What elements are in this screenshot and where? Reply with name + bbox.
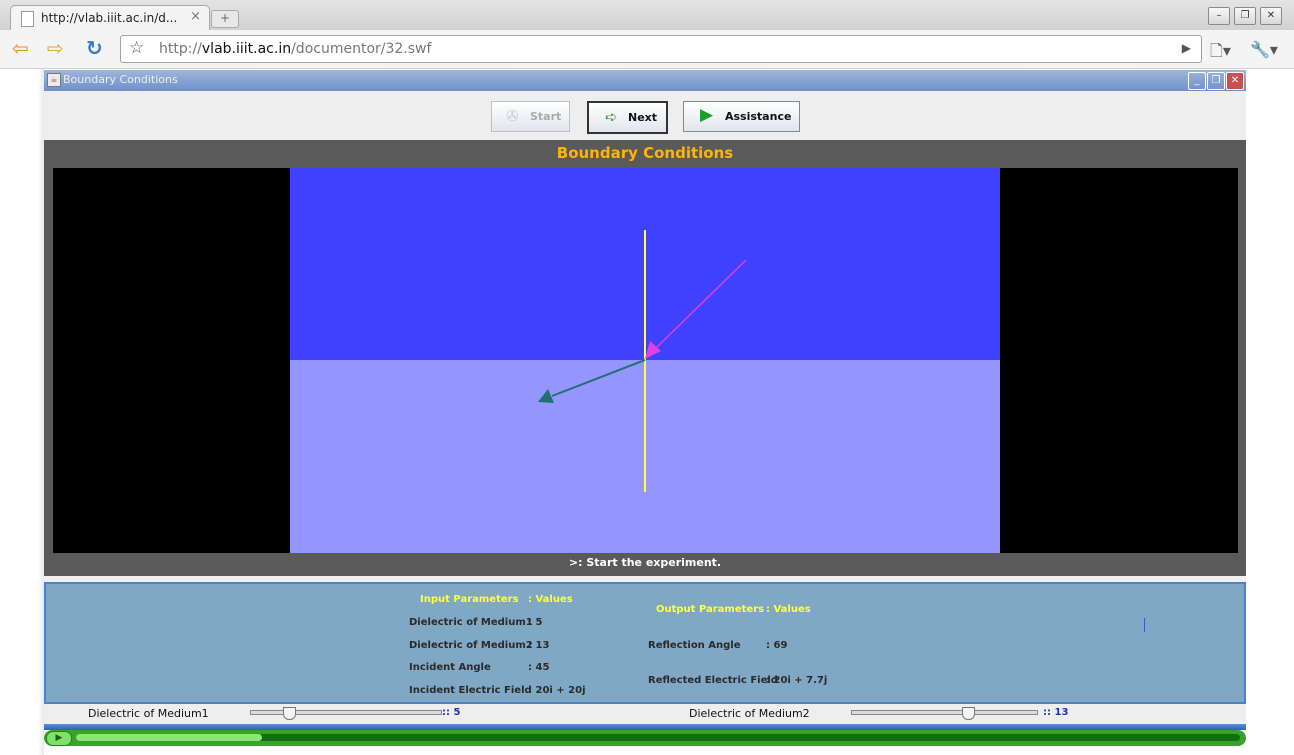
forward-arrow-icon[interactable]: ⇨ [47, 37, 64, 59]
input-label: Dielectric of Medium2 [409, 640, 533, 651]
input-parameters-header: Input Parameters [420, 594, 519, 605]
app-close-button[interactable]: ✕ [1226, 72, 1244, 90]
close-window-button[interactable]: ✕ [1260, 7, 1282, 25]
browser-toolbar: ⇦ ⇨ ↻ ☆ http://vlab.iiit.ac.in/documento… [0, 30, 1294, 69]
slider-label-medium2: Dielectric of Medium2 [689, 707, 810, 720]
stage-title: Boundary Conditions [556, 144, 734, 162]
player-controls: ▶ [44, 730, 1246, 746]
next-button[interactable]: ➪ Next [587, 101, 668, 134]
app-toolbar: ✇ Start ➪ Next ▶ Assistance [44, 91, 1246, 140]
simulation-canvas[interactable] [290, 168, 1000, 553]
app-window-title: Boundary Conditions [63, 73, 178, 86]
play-button[interactable]: ▶ [46, 731, 72, 746]
address-bar[interactable]: ☆ http://vlab.iiit.ac.in/documentor/32.s… [120, 35, 1202, 63]
output-label: Reflected Electric Field [648, 675, 778, 686]
bookmark-star-icon[interactable]: ☆ [129, 38, 144, 58]
assistance-button[interactable]: ▶ Assistance [683, 101, 800, 132]
input-value: : 20i + 20j [528, 685, 586, 696]
text-caret [1144, 618, 1145, 632]
page-menu-icon[interactable]: 🗋▾ [1210, 40, 1231, 67]
input-label: Incident Angle [409, 662, 491, 673]
app-minimize-button[interactable]: _ [1188, 72, 1206, 90]
gamepad-icon: ✇ [506, 107, 519, 125]
right-arrow-icon: ➪ [605, 108, 618, 126]
tab-title: http://vlab.iiit.ac.in/d... [41, 11, 178, 25]
parameters-panel: Input Parameters : Values Dielectric of … [44, 582, 1246, 704]
slider-medium1[interactable] [250, 707, 442, 720]
new-tab-button[interactable]: + [211, 10, 239, 28]
input-label: Dielectric of Medium1 [409, 617, 533, 628]
stage-status-text: >: Start the experiment. [568, 556, 722, 569]
slider-thumb[interactable] [962, 707, 975, 720]
play-icon: ▶ [700, 105, 714, 125]
page-icon [21, 11, 34, 27]
app-maximize-button[interactable]: ❐ [1207, 72, 1225, 90]
progress-fill [76, 734, 263, 741]
output-parameters-header: Output Parameters [656, 604, 765, 615]
input-value: : 5 [528, 617, 543, 628]
slider-value-medium1: :: 5 [442, 707, 461, 718]
progress-track[interactable] [76, 734, 1240, 741]
java-app-icon: ☕ [47, 73, 61, 87]
slider-medium2[interactable] [851, 707, 1038, 720]
app-window-titlebar: ☕ Boundary Conditions _ ❐ ✕ [44, 70, 1246, 91]
input-value: : 45 [528, 662, 550, 673]
output-values-header: : Values [766, 604, 811, 615]
input-values-header: : Values [528, 594, 573, 605]
input-label: Incident Electric Field [409, 685, 532, 696]
output-value: : 20i + 7.7j [766, 675, 828, 686]
slider-label-medium1: Dielectric of Medium1 [88, 707, 209, 720]
go-arrow-icon[interactable]: ▶ [1182, 41, 1191, 55]
input-value: : 13 [528, 640, 550, 651]
slider-thumb[interactable] [283, 707, 296, 720]
output-value: : 69 [766, 640, 788, 651]
restore-button[interactable]: ❐ [1234, 7, 1256, 25]
browser-titlebar: http://vlab.iiit.ac.in/d... × + – ❐ ✕ [0, 0, 1294, 31]
url-text[interactable]: http://vlab.iiit.ac.in/documentor/32.swf [159, 41, 431, 57]
slider-value-medium2: :: 13 [1043, 707, 1069, 718]
minimize-button[interactable]: – [1208, 7, 1230, 25]
close-icon[interactable]: × [190, 9, 201, 24]
slider-bar: Dielectric of Medium1 :: 5 Dielectric of… [44, 704, 1246, 724]
back-arrow-icon[interactable]: ⇦ [12, 37, 29, 59]
reload-icon[interactable]: ↻ [86, 37, 103, 59]
simulation-frame: Boundary Conditions >: Start the experim… [44, 140, 1246, 576]
output-label: Reflection Angle [648, 640, 741, 651]
start-button[interactable]: ✇ Start [491, 101, 570, 132]
wrench-menu-icon[interactable]: 🔧▾ [1250, 40, 1278, 59]
browser-tab[interactable]: http://vlab.iiit.ac.in/d... × [10, 5, 210, 31]
